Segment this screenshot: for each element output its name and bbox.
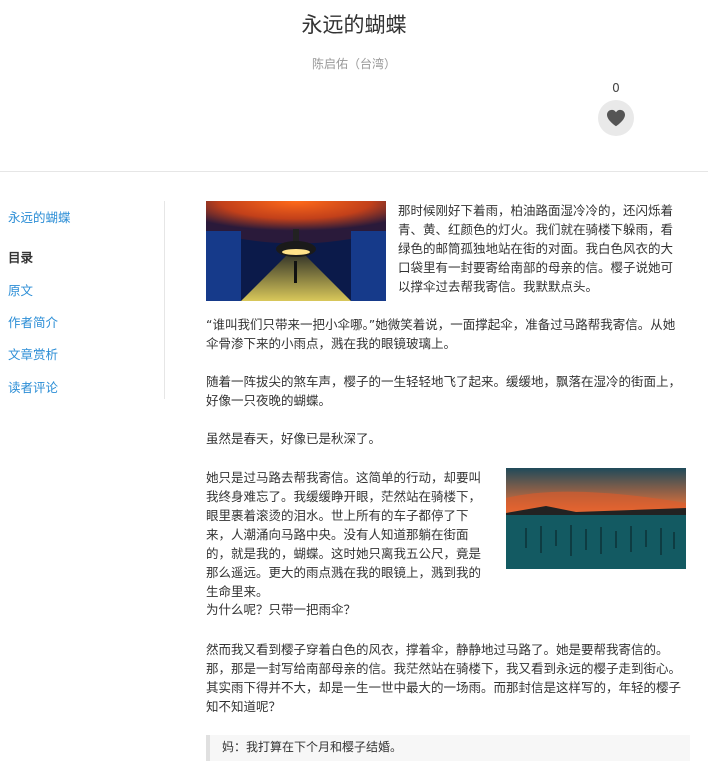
page-title: 永远的蝴蝶 [301,13,407,37]
like-button[interactable] [598,100,634,136]
sidebar-item-author-bio[interactable]: 作者简介 [8,312,58,331]
article-header: 永远的蝴蝶 陈启佑（台湾） 0 [0,0,708,172]
like-widget: 0 [596,80,636,136]
sidebar-item-original[interactable]: 原文 [8,280,33,299]
letter-quote: 妈：我打算在下个月和樱子结婚。 [206,735,690,761]
sidebar: 永远的蝴蝶 目录 原文 作者简介 文章赏析 读者评论 [0,201,165,399]
subway-station-image [206,201,386,301]
paragraph-4: 虽然是春天，好像已是秋深了。 [206,431,382,446]
sidebar-item-appreciation[interactable]: 文章赏析 [8,344,58,363]
paragraph-3: 随着一阵拔尖的煞车声，樱子的一生轻轻地飞了起来。缓缓地，飘落在湿冷的街面上，好像… [206,374,682,408]
sunset-lake-image [506,468,686,569]
paragraph-5: 她只是过马路去帮我寄信。这简单的行动，却要叫我终身难忘了。我缓缓睁开眼，茫然站在… [206,470,482,599]
sidebar-item-reader-comments[interactable]: 读者评论 [8,377,58,396]
toc-heading: 目录 [8,250,34,265]
paragraph-1: 那时候刚好下着雨，柏油路面湿冷冷的，还闪烁着青、黄、红颜色的灯火。我们就在骑楼下… [398,203,674,294]
like-count: 0 [612,81,620,95]
paragraph-7: 然而我又看到樱子穿着白色的风衣，撑着伞，静静地过马路了。她是要帮我寄信的。那，那… [206,642,682,714]
heart-icon [607,109,625,127]
quote-text: 妈：我打算在下个月和樱子结婚。 [222,740,403,754]
paragraph-2: “谁叫我们只带来一把小伞哪。”她微笑着说，一面撑起伞，准备过马路帮我寄信。从她伞… [206,317,676,351]
author-name: 陈启佑（台湾） [311,57,396,71]
sidebar-item-current[interactable]: 永远的蝴蝶 [8,207,71,226]
paragraph-6: 为什么呢？只带一把雨伞？ [206,602,357,617]
